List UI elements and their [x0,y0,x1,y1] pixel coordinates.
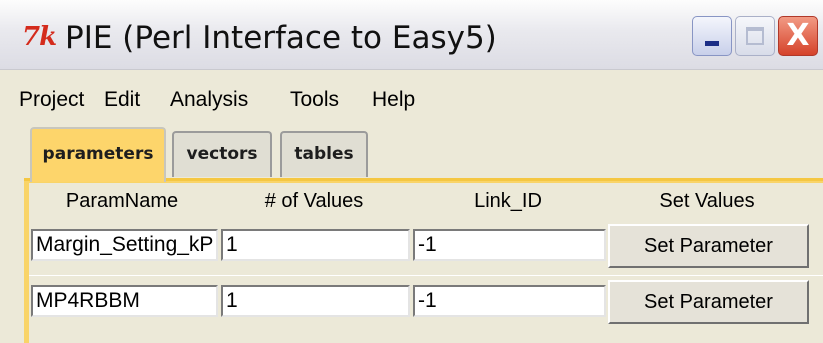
link-id-field[interactable]: -1 [413,229,606,261]
menu-help[interactable]: Help [372,88,415,112]
param-name-field[interactable]: MP4RBBM [31,285,218,317]
close-button[interactable]: X [778,16,818,56]
tab-parameters[interactable]: parameters [30,127,166,182]
menu-bar: Project Edit Analysis Tools Help [0,70,823,118]
menu-project[interactable]: Project [19,88,84,112]
window-title: PIE (Perl Interface to Easy5) [65,20,497,56]
row-divider [29,275,823,276]
num-values-field[interactable]: 1 [221,229,410,261]
header-num-values: # of Values [264,190,364,212]
set-parameter-button[interactable]: Set Parameter [608,224,809,268]
close-icon: X [786,18,810,53]
link-id-field[interactable]: -1 [413,285,606,317]
minimize-button[interactable] [692,16,732,56]
header-link-id: Link_ID [474,190,542,212]
header-param-name: ParamName [65,190,179,212]
tk-logo-icon: 7k [22,22,57,52]
maximize-icon [746,27,764,45]
menu-tools[interactable]: Tools [290,88,339,112]
maximize-button[interactable] [735,16,775,56]
num-values-field[interactable]: 1 [221,285,410,317]
tab-tables[interactable]: tables [280,131,368,177]
tab-vectors[interactable]: vectors [172,131,272,177]
pie-window: 7k PIE (Perl Interface to Easy5) X Proje… [0,0,823,343]
header-set-values: Set Values [659,190,755,212]
param-name-field[interactable]: Margin_Setting_kP [31,229,218,261]
minimize-icon [705,41,719,46]
title-bar[interactable]: 7k PIE (Perl Interface to Easy5) X [0,0,823,70]
menu-analysis[interactable]: Analysis [170,88,248,112]
menu-edit[interactable]: Edit [104,88,140,112]
set-parameter-button[interactable]: Set Parameter [608,280,809,324]
